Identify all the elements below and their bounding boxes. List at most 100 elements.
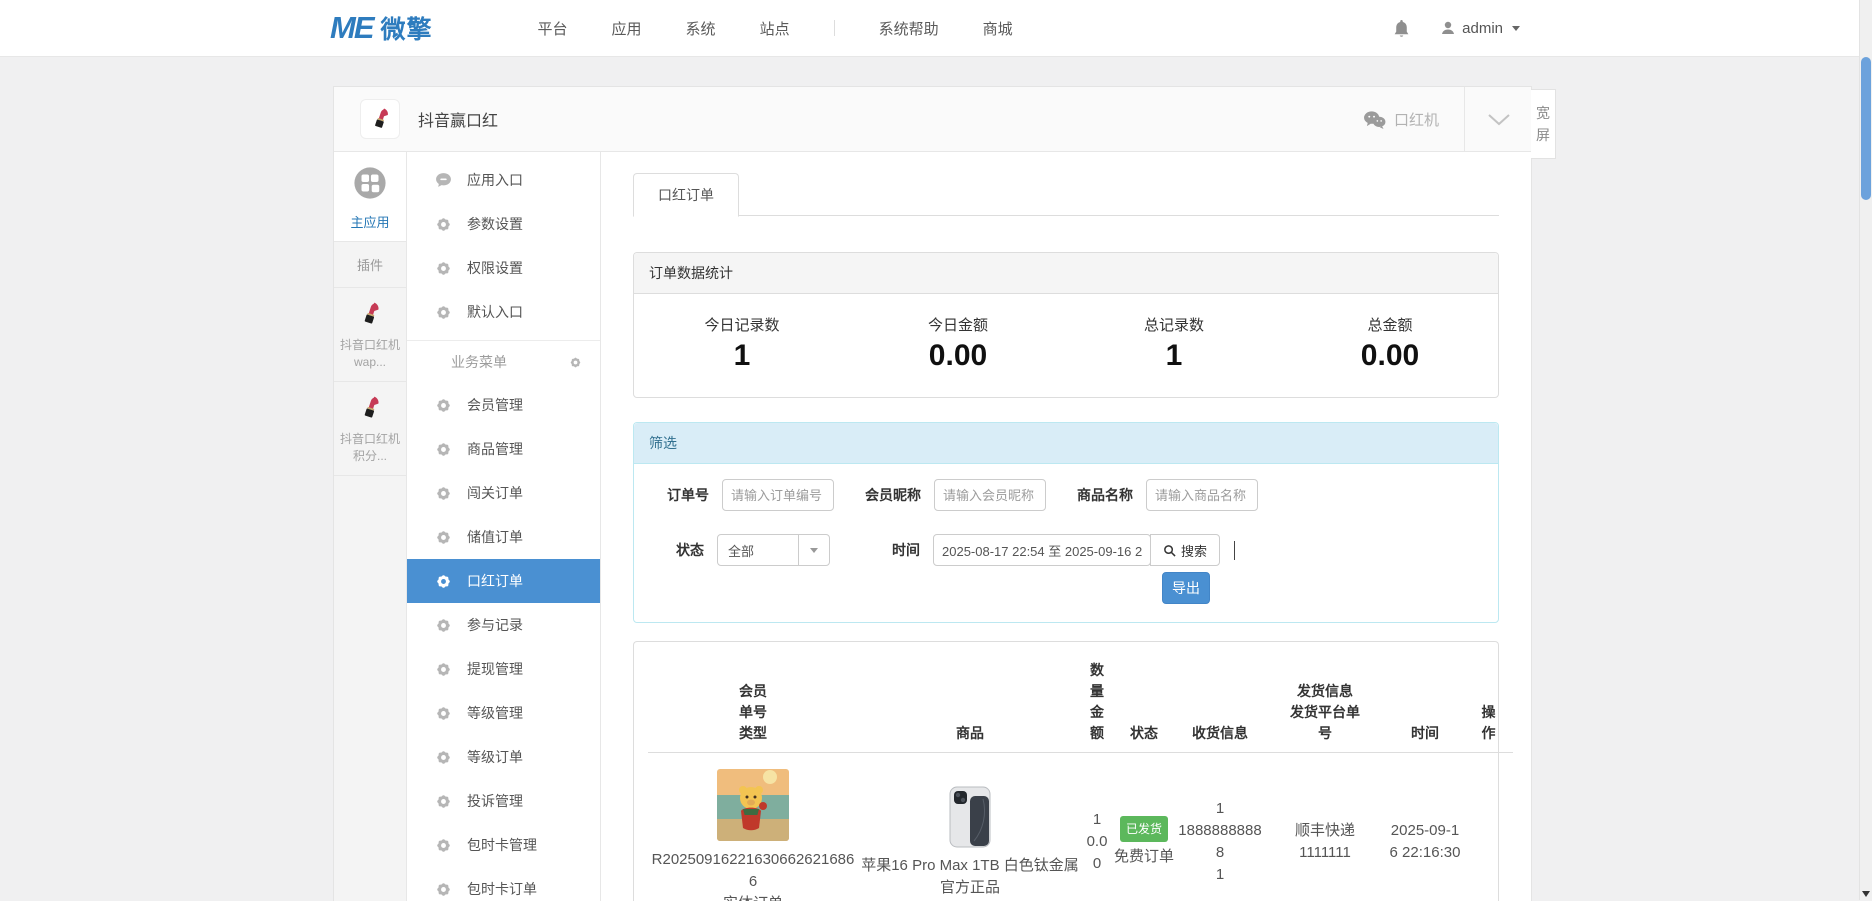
filter-field-product: 商品名称 [1077,479,1258,511]
channel-label: 口红机 [1394,109,1439,130]
stat-label: 今日记录数 [634,314,850,335]
top-navbar: ME 微擎 平台 应用 系统 站点 系统帮助 商城 admin [0,0,1872,57]
col-receiver-info: 收货信息 [1176,652,1264,753]
time-range-input[interactable] [933,534,1151,566]
logo-me-icon: ME [330,10,373,46]
weengine-logo[interactable]: ME 微擎 [330,10,433,46]
nickname-input[interactable] [934,479,1046,511]
sidebar-item-level-orders[interactable]: 等级订单 [407,735,600,779]
nav-item-site[interactable]: 站点 [760,18,790,39]
user-menu[interactable]: admin [1440,20,1520,37]
sidebar-item-label: 应用入口 [467,170,523,190]
search-button[interactable]: 搜索 [1150,534,1220,566]
page-title: 抖音赢口红 [418,107,498,131]
gear-icon [435,529,452,546]
status-badge: 已发货 [1120,816,1168,842]
sidebar-item-complaints[interactable]: 投诉管理 [407,779,600,823]
gear-icon [435,661,452,678]
rail-plugin-label: 抖音口红机wap... [338,337,402,371]
cell-time: 2025-09-16 22:16:30 [1386,753,1464,901]
rail-item-plugin-wap[interactable]: 抖音口红机wap... [334,288,406,382]
sidebar-item-label: 包时卡管理 [467,835,537,855]
tab-lipstick-orders[interactable]: 口红订单 [633,173,739,217]
collapse-chevron-icon[interactable] [1487,113,1511,131]
cell-member-order: R202509162216306626216866 实体订单 [648,753,858,901]
table-row: R202509162216306626216866 实体订单 [648,753,1513,901]
gear-icon [435,749,452,766]
gear-icon[interactable] [569,356,582,369]
rail-item-plugin-points[interactable]: 抖音口红机积分... [334,382,406,476]
table-header-row: 会员 单号 类型 商品 数 量 金 额 状态 收货信息 发货信息 发货平台单 号… [648,652,1513,753]
sidebar-item-permissions[interactable]: 权限设置 [407,246,600,290]
chevron-down-icon [810,548,818,553]
stat-value: 0.00 [1282,339,1498,373]
product-image [944,785,996,849]
col-product: 商品 [858,652,1082,753]
main-menu: 平台 应用 系统 站点 系统帮助 商城 [538,18,1013,39]
notification-bell-icon[interactable] [1393,19,1410,38]
stat-label: 总记录数 [1066,314,1282,335]
member-avatar [717,769,789,841]
cell-product: 苹果16 Pro Max 1TB 白色钛金属 官方正品 [858,753,1082,901]
select-caret-box [798,535,829,565]
app-header: 抖音赢口红 口红机 宽屏 [334,87,1531,152]
sidebar-item-participation-records[interactable]: 参与记录 [407,603,600,647]
sidebar-item-members[interactable]: 会员管理 [407,383,600,427]
page-scrollbar[interactable] [1859,0,1872,900]
cell-actions [1464,753,1513,901]
gear-icon [435,793,452,810]
nav-item-help[interactable]: 系统帮助 [879,18,939,39]
sidebar-item-level-pass-orders[interactable]: 闯关订单 [407,471,600,515]
app-panel: 抖音赢口红 口红机 宽屏 [333,86,1532,901]
sidebar-item-withdrawals[interactable]: 提现管理 [407,647,600,691]
rail-plugins-label: 插件 [334,242,406,288]
sidebar-item-label: 权限设置 [467,258,523,278]
status-select[interactable]: 全部 [717,534,830,566]
chat-bubble-icon [435,172,452,189]
sidebar-item-stored-value-orders[interactable]: 储值订单 [407,515,600,559]
sidebar-section-business-menu: 业务菜单 [407,340,600,383]
sidebar-item-app-entry[interactable]: 应用入口 [407,158,600,202]
sidebar-item-products[interactable]: 商品管理 [407,427,600,471]
channel-switcher[interactable]: 口红机 [1363,87,1439,151]
gear-icon [435,260,452,277]
filter-field-time: 时间 搜索 [892,534,1220,566]
nav-item-apps[interactable]: 应用 [612,18,642,39]
scroll-down-arrow-icon[interactable] [1862,891,1870,897]
cell-shipping: 顺丰快递 1111111 [1264,753,1386,901]
cell-receiver: 1 18888888888 1 [1176,753,1264,901]
gear-icon [435,485,452,502]
sidebar-item-default-entry[interactable]: 默认入口 [407,290,600,334]
order-stats-panel: 订单数据统计 今日记录数 1 今日金额 0.00 总记录数 1 [633,252,1499,398]
stat-value: 0.00 [850,339,1066,373]
cell-qty-amount: 1 0.00 [1082,753,1112,901]
widescreen-toggle-button[interactable]: 宽屏 [1531,89,1556,159]
sidebar-item-time-card-mgmt[interactable]: 包时卡管理 [407,823,600,867]
status-label: 状态 [676,540,704,560]
nav-item-platform[interactable]: 平台 [538,18,568,39]
sidebar-item-params[interactable]: 参数设置 [407,202,600,246]
sidebar-item-label: 包时卡订单 [467,879,537,899]
stat-label: 今日金额 [850,314,1066,335]
sidebar-item-label: 口红订单 [467,571,523,591]
nav-item-store[interactable]: 商城 [983,18,1013,39]
lipstick-icon [356,394,384,422]
product-name-input[interactable] [1146,479,1258,511]
order-no-input[interactable] [722,479,834,511]
product-subtitle: 官方正品 [860,877,1080,899]
sidebar-item-time-card-orders[interactable]: 包时卡订单 [407,867,600,901]
rail-item-main-app[interactable]: 主应用 [334,152,406,242]
export-button[interactable]: 导出 [1162,572,1210,604]
nav-divider [834,20,835,36]
sidebar-item-levels[interactable]: 等级管理 [407,691,600,735]
wechat-icon [1363,110,1386,129]
scrollbar-thumb[interactable] [1861,57,1871,200]
app-icon-tile [360,99,400,139]
module-sidebar: 应用入口 参数设置 权限设置 默认入口 业务菜单 会员管理 [407,152,601,901]
product-name-label: 商品名称 [1077,485,1133,505]
nav-item-system[interactable]: 系统 [686,18,716,39]
stat-total-records: 总记录数 1 [1066,314,1282,373]
sidebar-item-lipstick-orders[interactable]: 口红订单 [407,559,600,603]
rail-plugin-label: 抖音口红机积分... [338,431,402,465]
product-name: 苹果16 Pro Max 1TB 白色钛金属 [860,855,1080,877]
